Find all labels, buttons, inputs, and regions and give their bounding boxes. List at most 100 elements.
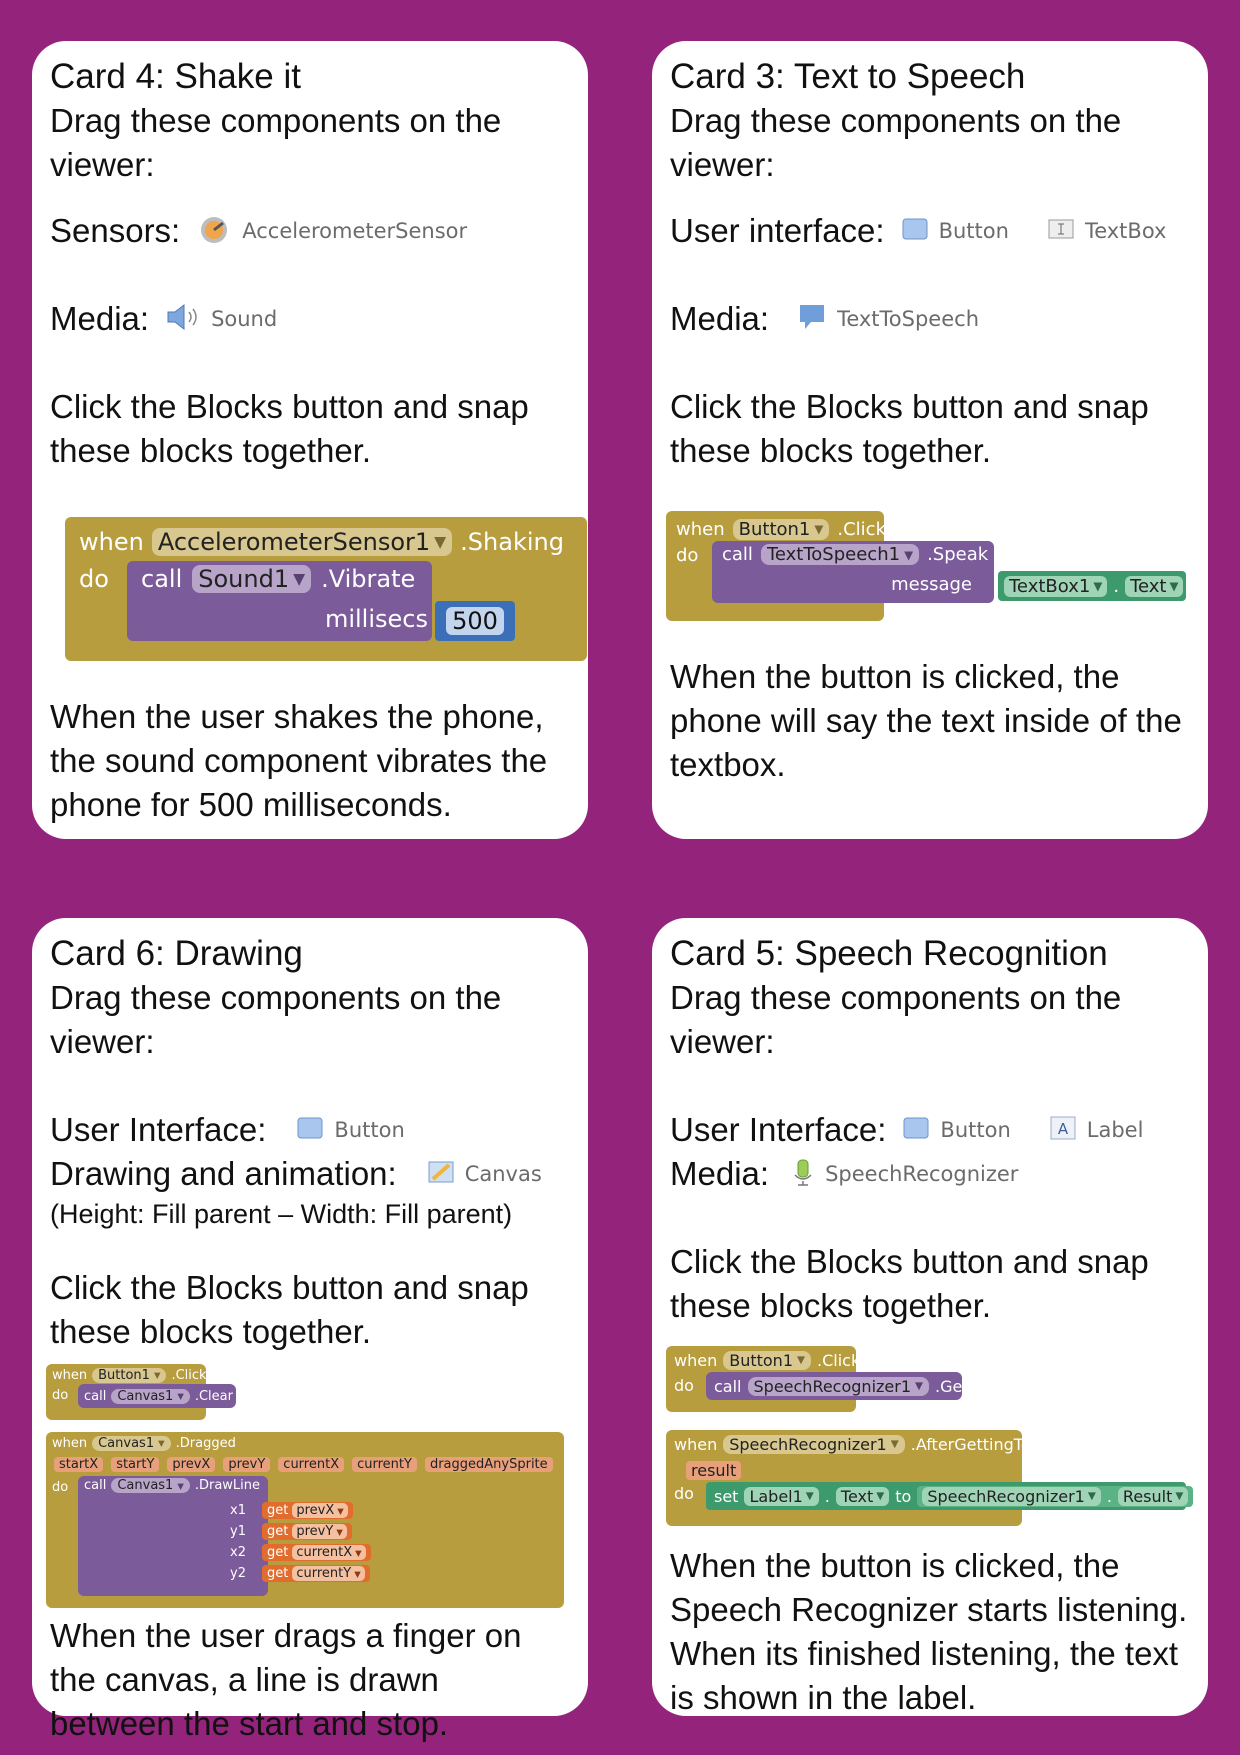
target-name: SpeechRecognizer1 [753, 1376, 912, 1396]
speech-bubble-icon [797, 302, 827, 337]
event-param[interactable]: currentX [278, 1456, 345, 1472]
component-dropdown[interactable]: Button1 ▼ [92, 1367, 167, 1383]
component-dropdown[interactable]: Button1 ▼ [732, 518, 830, 540]
target-dropdown[interactable]: Canvas1 ▼ [111, 1478, 190, 1493]
target-dropdown[interactable]: TextToSpeech1 ▼ [760, 544, 920, 565]
component-name: AccelerometerSensor1 [157, 528, 431, 556]
component-label: TextToSpeech [837, 307, 979, 331]
button-icon [901, 216, 929, 247]
getter-block-result[interactable]: SpeechRecognizer1 ▼ . Result ▼ [917, 1485, 1194, 1507]
get-keyword: get [267, 1566, 289, 1581]
svg-text:A: A [1058, 1120, 1069, 1138]
event-param[interactable]: startY [111, 1456, 160, 1472]
do-keyword: do [674, 1484, 694, 1503]
component-dropdown[interactable]: SpeechRecognizer1 ▼ [723, 1434, 905, 1454]
button-icon [296, 1115, 324, 1146]
call-block-gettext[interactable]: call SpeechRecognizer1 ▼ .GetText [706, 1372, 1001, 1400]
call-block-vibrate[interactable]: call Sound1 ▼ .Vibrate millisecs [127, 561, 432, 641]
target-dropdown[interactable]: Label1 ▼ [744, 1486, 819, 1506]
event-block-click[interactable]: when Button1 ▼ .Click do call TextToSpeec… [666, 511, 1186, 621]
component-label: Label [1086, 1118, 1144, 1142]
setter-block-label[interactable]: set Label1 ▼ . Text ▼ to SpeechRecognizer1… [706, 1482, 1194, 1510]
target-dropdown[interactable]: Canvas1 ▼ [111, 1388, 190, 1404]
card-subtitle: Drag these components on the viewer: [50, 979, 502, 1060]
sensors-label: Sensors: [50, 212, 181, 249]
event-name: .Dragged [175, 1435, 236, 1451]
target-name: Canvas1 [117, 1388, 174, 1404]
dropdown-arrow-icon: ▼ [1175, 1490, 1184, 1502]
event-param[interactable]: prevY [223, 1456, 271, 1472]
event-block-click[interactable]: when Button1 ▼ .Click do call SpeechRecog… [666, 1346, 1001, 1416]
microphone-icon [791, 1157, 815, 1192]
property-dropdown[interactable]: Text ▼ [835, 1486, 890, 1506]
variable-dropdown[interactable]: prevY ▼ [292, 1524, 347, 1539]
source-name: TextBox1 [1009, 575, 1091, 597]
event-block-aftergettingtext[interactable]: when SpeechRecognizer1 ▼ .AfterGettingTex… [666, 1430, 1194, 1526]
event-block-dragged[interactable]: when Canvas1 ▼ .Dragged startX startY prevX… [46, 1432, 564, 1608]
call-block-speak[interactable]: call TextToSpeech1 ▼ .Speak message [712, 541, 994, 603]
variable-dropdown[interactable]: currentY ▼ [292, 1566, 365, 1581]
component-button: Button [901, 216, 1009, 247]
source-property-name: Result [1122, 1486, 1173, 1506]
set-keyword: set [714, 1486, 739, 1506]
component-textbox: TextBox [1047, 216, 1166, 247]
source-property-dropdown[interactable]: Result ▼ [1117, 1486, 1189, 1506]
source-dropdown[interactable]: SpeechRecognizer1 ▼ [922, 1486, 1101, 1506]
dropdown-arrow-icon: ▼ [1169, 579, 1179, 593]
event-block-shaking[interactable]: when AccelerometerSensor1 ▼ .Shaking do c… [65, 517, 587, 661]
getter-block-variable[interactable]: get prevX ▼ [262, 1502, 353, 1519]
target-name: Sound1 [198, 565, 290, 593]
arg-name: x2 [230, 1545, 246, 1560]
getter-block-variable[interactable]: get currentX ▼ [262, 1544, 371, 1561]
getter-block-variable[interactable]: get prevY ▼ [262, 1523, 352, 1540]
call-block-clear[interactable]: call Canvas1 ▼ .Clear [78, 1384, 236, 1408]
event-block-click[interactable]: when Button1 ▼ .Click do call Canvas1 ▼ .C… [46, 1364, 236, 1420]
call-keyword: call [84, 1388, 107, 1404]
getter-block-variable[interactable]: get currentY ▼ [262, 1565, 370, 1582]
drawline-arg-row: y2 get currentY ▼ [206, 1563, 426, 1584]
call-keyword: call [722, 544, 753, 565]
dropdown-arrow-icon: ▼ [434, 533, 447, 551]
dropdown-arrow-icon: ▼ [354, 1568, 361, 1579]
size-note: (Height: Fill parent – Width: Fill paren… [50, 1199, 513, 1229]
event-param[interactable]: result [686, 1460, 742, 1480]
media-label: Media: [670, 300, 770, 337]
getter-block-textbox[interactable]: TextBox1 ▼ . Text ▼ [998, 571, 1186, 601]
property-dropdown[interactable]: Text ▼ [1125, 575, 1184, 597]
get-keyword: get [267, 1503, 289, 1518]
event-param[interactable]: prevX [167, 1456, 216, 1472]
when-keyword: when [676, 518, 725, 540]
variable-name: prevY [296, 1524, 334, 1539]
source-dropdown[interactable]: TextBox1 ▼ [1004, 575, 1108, 597]
when-keyword: when [79, 528, 144, 556]
event-param[interactable]: startX [54, 1456, 104, 1472]
number-block[interactable]: 500 [435, 601, 515, 641]
component-label: Button [940, 1118, 1011, 1142]
variable-dropdown[interactable]: currentX ▼ [292, 1545, 366, 1560]
component-canvas: Canvas [427, 1159, 542, 1190]
method-name: .Clear [194, 1388, 233, 1404]
event-name: .Click [837, 518, 886, 540]
variable-dropdown[interactable]: prevX ▼ [292, 1503, 348, 1518]
card-3: Card 3: Text to Speech Drag these compon… [652, 41, 1208, 839]
param-label: millisecs [324, 605, 428, 633]
target-dropdown[interactable]: SpeechRecognizer1 ▼ [747, 1376, 930, 1396]
do-keyword: do [79, 565, 109, 593]
button-icon [902, 1115, 930, 1146]
component-dropdown[interactable]: AccelerometerSensor1 ▼ [151, 528, 453, 556]
method-name: .GetText [935, 1376, 1001, 1396]
speaker-icon [165, 302, 201, 337]
card-4: Card 4: Shake it Drag these components o… [32, 41, 588, 839]
dropdown-arrow-icon: ▼ [153, 1370, 161, 1380]
drawline-arg-row: y1 get prevY ▼ [206, 1521, 426, 1542]
when-keyword: when [674, 1350, 718, 1370]
component-label: Button [938, 219, 1009, 243]
target-dropdown[interactable]: Sound1 ▼ [192, 565, 312, 593]
event-param[interactable]: draggedAnySprite [424, 1456, 553, 1472]
event-params: startX startY prevX prevY currentX currentY dr… [46, 1454, 564, 1474]
target-name: Canvas1 [117, 1478, 174, 1493]
component-dropdown[interactable]: Button1 ▼ [723, 1350, 811, 1370]
event-param[interactable]: currentY [352, 1456, 417, 1472]
dropdown-arrow-icon: ▼ [177, 1391, 184, 1401]
component-dropdown[interactable]: Canvas1 ▼ [92, 1435, 171, 1451]
